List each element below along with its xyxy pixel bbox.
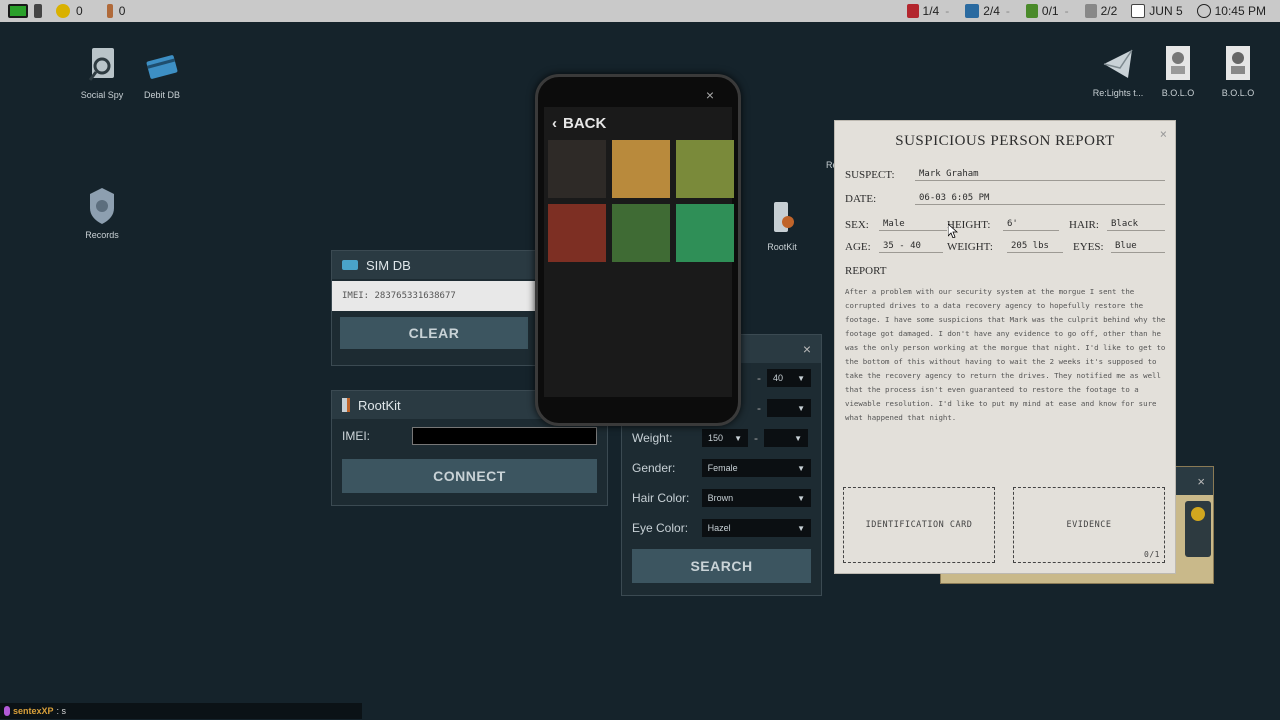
desktop-icon-debit-db[interactable]: Debit DB	[127, 46, 197, 100]
sex-value: Male	[879, 219, 947, 231]
clock-icon	[1196, 4, 1211, 18]
stat-notepad: 2/2	[1084, 4, 1117, 18]
shield-badge-icon	[906, 4, 919, 18]
sim-db-titlebar[interactable]: SIM DB	[332, 251, 536, 279]
eye-color-label: Eye Color:	[632, 521, 689, 535]
police-badge-icon	[84, 186, 120, 226]
command-prompt: : s	[56, 706, 67, 716]
username: sentexXP	[13, 706, 54, 716]
coin-count: 0	[76, 4, 83, 18]
report-body-text: After a problem with our security system…	[845, 287, 1166, 422]
weight-label: WEIGHT:	[947, 241, 993, 253]
stat-trash: 0/1 -	[1025, 4, 1071, 18]
hair-color-label: Hair Color:	[632, 491, 690, 505]
age-value: 35 - 40	[879, 241, 943, 253]
search-button[interactable]: SEARCH	[632, 549, 811, 583]
rootkit-imei-label: IMEI:	[342, 429, 371, 443]
torch-count: 0	[118, 4, 126, 18]
close-icon[interactable]: ×	[706, 87, 714, 103]
bottom-command-bar[interactable]: sentexXP : s	[0, 703, 362, 719]
desktop-icon-bolo-2[interactable]: B.O.L.O	[1203, 44, 1273, 98]
age-max-select[interactable]: 40 ▼	[767, 369, 811, 387]
report-section-label: REPORT	[845, 265, 887, 277]
sim-card-icon	[342, 260, 358, 270]
desktop-icon-rootkit[interactable]: RootKit	[747, 198, 817, 252]
hair-label: HAIR:	[1069, 219, 1099, 231]
date-value: 06-03 6:05 PM	[915, 193, 1165, 205]
back-button[interactable]: ‹ BACK	[544, 107, 732, 140]
photo-grid	[544, 140, 734, 262]
close-icon[interactable]: ×	[1160, 127, 1167, 141]
evidence-slot[interactable]: EVIDENCE 0/1	[1013, 487, 1165, 563]
photo-thumbnail[interactable]	[548, 140, 606, 198]
stat-shield: 1/4 -	[906, 4, 952, 18]
gender-select[interactable]: Female ▼	[701, 459, 811, 477]
weight-label: Weight:	[632, 431, 673, 445]
hair-value: Black	[1107, 219, 1165, 231]
photo-thumbnail[interactable]	[548, 204, 606, 262]
phone-gallery-window: × ‹ BACK	[535, 74, 741, 426]
photo-thumbnail[interactable]	[612, 204, 670, 262]
calendar-icon	[1131, 4, 1146, 18]
weight-max-select[interactable]: ▼	[764, 429, 808, 447]
chevron-left-icon: ‹	[552, 115, 557, 132]
photo-thumbnail[interactable]	[612, 140, 670, 198]
suspicious-person-report: × SUSPICIOUS PERSON REPORT SUSPECT: Mark…	[834, 120, 1176, 574]
weight-value: 205 lbs	[1007, 241, 1063, 253]
laptop-icon	[965, 4, 980, 18]
gender-label: Gender:	[632, 461, 676, 475]
top-status-bar: 0 0 1/4 - 2/4 - 0/1 - 2/2 JUN 5 10:45 PM	[0, 0, 1280, 22]
usb-key-icon	[764, 198, 800, 238]
connect-button[interactable]: CONNECT	[342, 459, 597, 493]
monitor-icon[interactable]	[8, 4, 28, 18]
trash-can-icon	[1025, 4, 1038, 18]
clear-button[interactable]: CLEAR	[340, 317, 528, 349]
user-indicator-icon	[4, 706, 10, 716]
date-label: DATE:	[845, 193, 877, 205]
eye-color-select[interactable]: Hazel ▼	[701, 519, 811, 537]
credit-card-icon	[144, 46, 180, 86]
bolo-document-icon	[1220, 44, 1256, 84]
coin-icon	[56, 4, 70, 18]
suspect-label: SUSPECT:	[845, 169, 895, 181]
sex-label: SEX:	[845, 219, 869, 231]
height-value: 6'	[1003, 219, 1059, 231]
close-icon[interactable]: ×	[803, 341, 811, 357]
evidence-count: 0/1	[1144, 550, 1160, 559]
rootkit-imei-input[interactable]	[412, 427, 597, 445]
social-spy-icon	[84, 46, 120, 86]
suspect-value: Mark Graham	[915, 169, 1165, 181]
height-max-select[interactable]: ▼	[767, 399, 811, 417]
bolo-document-icon	[1160, 44, 1196, 84]
usb-key-icon	[342, 398, 350, 412]
torch-icon	[106, 4, 113, 18]
mouse-cursor-icon	[948, 224, 958, 238]
identification-card-slot[interactable]: IDENTIFICATION CARD	[843, 487, 995, 563]
eyes-value: Blue	[1111, 241, 1165, 253]
age-label: AGE:	[845, 241, 871, 253]
report-title: SUSPICIOUS PERSON REPORT	[895, 133, 1115, 149]
eyes-label: EYES:	[1073, 241, 1104, 253]
close-icon[interactable]: ×	[1197, 474, 1205, 489]
sim-db-window: SIM DB IMEI: 283765331638677 CLEAR	[331, 250, 537, 366]
sim-db-imei-field[interactable]: IMEI: 283765331638677	[332, 281, 536, 311]
notepad-icon	[1084, 4, 1097, 18]
phone-screen: ‹ BACK	[544, 107, 734, 397]
date-display: JUN 5	[1131, 4, 1183, 18]
hair-color-select[interactable]: Brown ▼	[701, 489, 811, 507]
photo-thumbnail[interactable]	[676, 204, 734, 262]
desktop-icon-records[interactable]: Records	[67, 186, 137, 240]
photo-thumbnail[interactable]	[676, 140, 734, 198]
envelope-icon	[1100, 44, 1136, 84]
keypad-device-icon	[1185, 501, 1211, 557]
monitor-stand-icon	[34, 4, 42, 18]
clock-display: 10:45 PM	[1196, 4, 1266, 18]
stat-laptop: 2/4 -	[965, 4, 1012, 18]
weight-min-select[interactable]: 150 ▼	[702, 429, 748, 447]
